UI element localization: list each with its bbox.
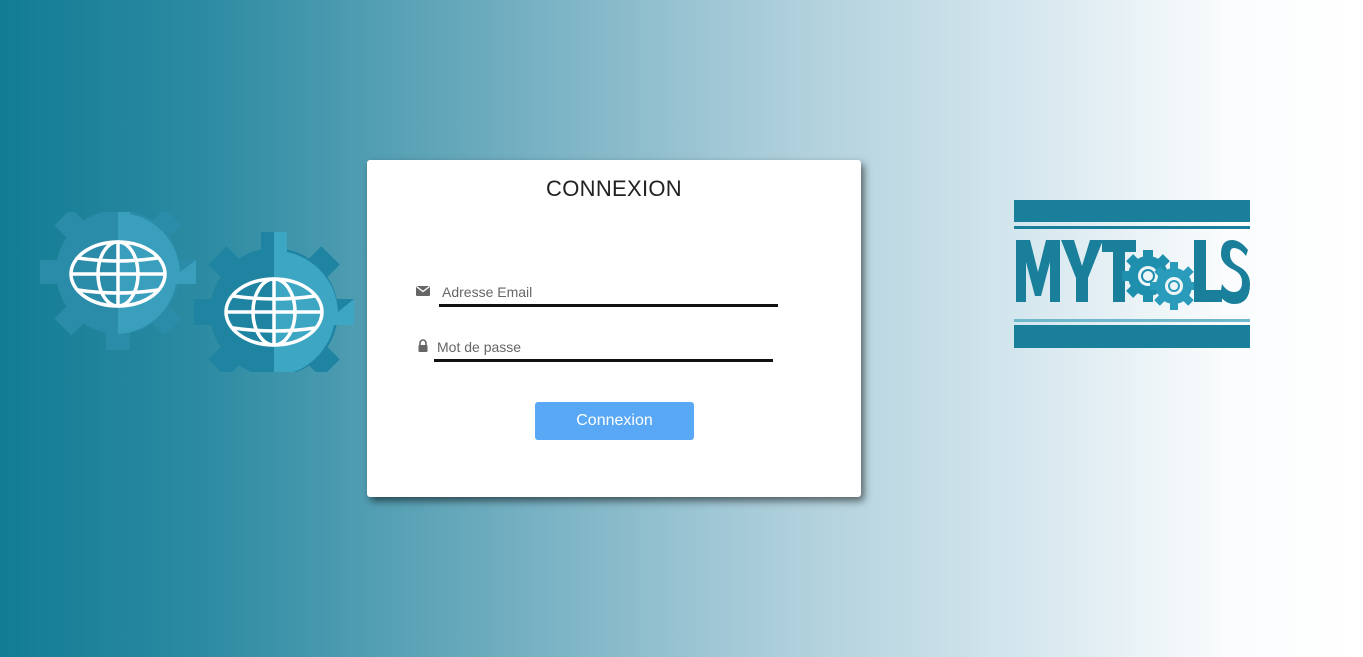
envelope-icon [416,285,430,296]
password-field[interactable] [434,335,773,362]
login-button[interactable]: Connexion [535,402,694,440]
email-field-group [415,280,795,310]
globe-gears-graphic [40,212,354,372]
login-card: CONNEXION Connexion [367,160,861,497]
globe-icon [224,277,324,347]
email-field[interactable] [439,280,778,307]
globe-icon [69,240,167,308]
page-title: CONNEXION [546,176,682,201]
password-field-group [415,335,795,365]
lock-icon [418,339,428,352]
mytools-logo [1014,200,1250,348]
